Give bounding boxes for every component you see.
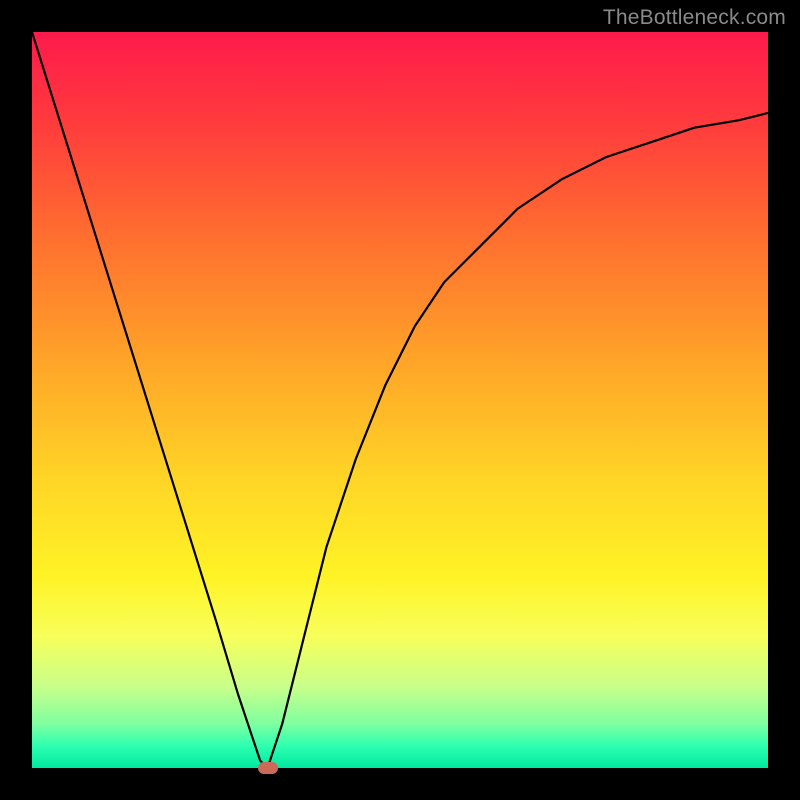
plot-area	[32, 32, 768, 768]
watermark-text: TheBottleneck.com	[603, 6, 786, 30]
bottleneck-curve	[32, 32, 768, 768]
chart-frame: TheBottleneck.com	[0, 0, 800, 800]
minimum-marker	[258, 762, 278, 774]
curve-svg	[32, 32, 768, 768]
